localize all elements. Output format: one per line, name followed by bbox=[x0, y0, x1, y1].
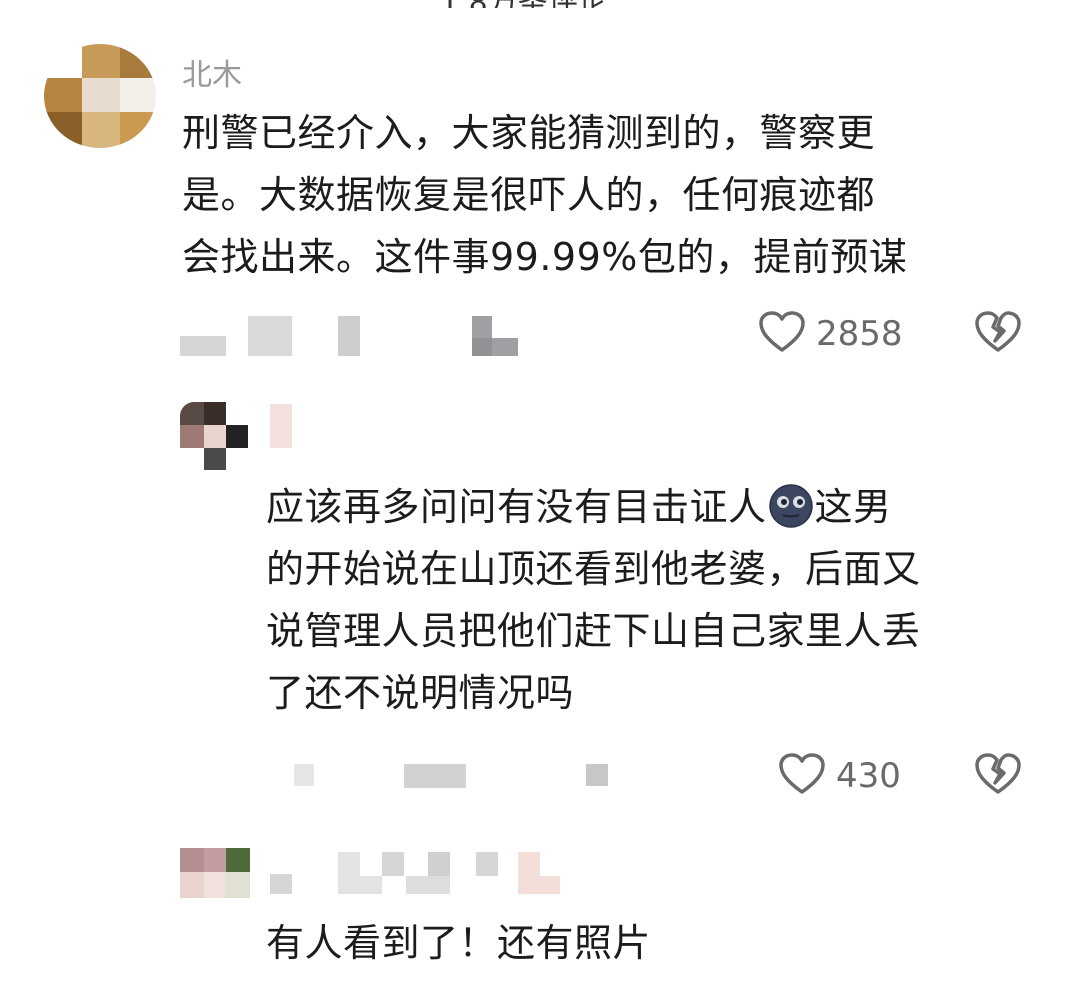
avatar[interactable] bbox=[44, 44, 156, 148]
reply-text-line: 了还不说明情况吗 bbox=[266, 671, 575, 715]
like-button[interactable]: 2858 bbox=[758, 310, 903, 358]
comment-username[interactable]: 北木 bbox=[182, 50, 242, 94]
broken-heart-icon bbox=[974, 311, 1022, 358]
reply-text-line: 说管理人员把他们赶下山自己家里人丢 bbox=[266, 609, 921, 653]
like-count: 2858 bbox=[816, 314, 903, 354]
reply-text-line: 应该再多问问有没有目击证人 这男 bbox=[266, 476, 1046, 538]
reply-meta-blurred bbox=[290, 758, 630, 798]
reply-text: 有人看到了！还有照片 bbox=[266, 912, 1046, 974]
dislike-button[interactable] bbox=[974, 752, 1022, 800]
new-moon-face-icon bbox=[768, 484, 813, 528]
comment-item: 北木 刑警已经介入，大家能猜测到的，警察更 是。大数据恢复是很吓人的，任何痕迹都… bbox=[0, 0, 1080, 380]
comment-text: 刑警已经介入，大家能猜测到的，警察更 是。大数据恢复是很吓人的，任何痕迹都 会找… bbox=[182, 102, 1042, 288]
heart-outline-icon bbox=[778, 752, 826, 800]
reply-item: 有人看到了！还有照片 bbox=[0, 820, 1080, 988]
heart-outline-icon bbox=[758, 310, 806, 358]
reply-item: 应该再多问问有没有目击证人 这男 的开始说在山顶还看到他老婆，后面又 说管理人员把… bbox=[0, 380, 1080, 820]
reply-text-segment: 应该再多问问有没有目击证人 bbox=[266, 485, 767, 529]
dislike-button[interactable] bbox=[974, 310, 1022, 358]
like-count: 430 bbox=[836, 756, 901, 796]
reply-text-line: 的开始说在山顶还看到他老婆，后面又 bbox=[266, 547, 921, 591]
reply-text-segment: 这男 bbox=[814, 485, 892, 529]
comment-meta-blurred bbox=[180, 312, 540, 362]
comment-text-line: 是。大数据恢复是很吓人的，任何痕迹都 bbox=[182, 173, 876, 217]
reply-username-blurred bbox=[270, 404, 292, 448]
reply-username-blurred bbox=[270, 850, 590, 900]
comment-text-line: 刑警已经介入，大家能猜测到的，警察更 bbox=[182, 111, 876, 155]
comment-text-line: 会找出来。这件事99.99%包的，提前预谋 bbox=[182, 235, 908, 279]
avatar[interactable] bbox=[180, 848, 250, 898]
like-button[interactable]: 430 bbox=[778, 752, 901, 800]
reply-text-line: 有人看到了！还有照片 bbox=[266, 921, 652, 965]
avatar[interactable] bbox=[180, 402, 250, 470]
reply-text: 应该再多问问有没有目击证人 这男 的开始说在山顶还看到他老婆，后面又 说管理人员把… bbox=[266, 476, 1046, 724]
broken-heart-icon bbox=[974, 753, 1022, 800]
